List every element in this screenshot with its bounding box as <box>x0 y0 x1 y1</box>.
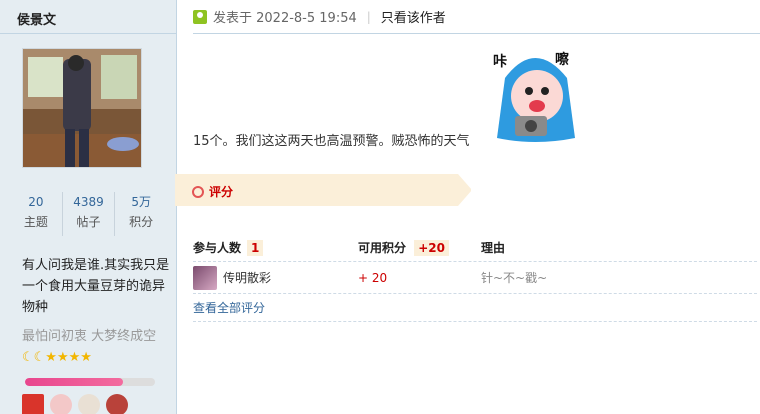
stat-credits[interactable]: 5万 积分 <box>115 192 167 236</box>
stat-credits-value: 5万 <box>131 195 151 209</box>
rater-name[interactable]: 传明散彩 <box>223 269 271 286</box>
points-label: 可用积分 <box>358 241 407 255</box>
author-signature: 有人问我是谁.其实我只是一个食用大量豆芽的诡异物种 <box>22 258 170 315</box>
rater-reason: 针~不~戳~ <box>481 271 548 285</box>
reason-header: 理由 <box>481 241 506 255</box>
post-header: 发表于 2022-8-5 19:54 | 只看该作者 <box>193 0 760 34</box>
sticker-image: 咔 嚓 <box>485 38 585 144</box>
participants-header: 参与人数 1 <box>193 239 358 256</box>
rating-table: 参与人数 1 可用积分 +20 理由 传明散彩 + 20 针~不~戳~ 查看全部… <box>193 234 757 322</box>
author-sidebar: 侯景文 20 主题 4389 帖子 5万 积分 有人问我是谁.其实我只是一个食用… <box>0 0 177 414</box>
svg-text:咔: 咔 <box>493 54 507 70</box>
medal-hat-icon[interactable] <box>106 394 128 414</box>
medal-red-icon[interactable] <box>22 394 44 414</box>
stat-threads-value: 20 <box>28 195 44 209</box>
avatar-photo <box>23 49 141 167</box>
level-progress-fill <box>25 378 123 386</box>
only-author-link[interactable]: 只看该作者 <box>381 7 446 26</box>
stat-credits-label: 积分 <box>129 215 154 229</box>
author-stats: 20 主题 4389 帖子 5万 积分 <box>10 192 167 236</box>
participants-label: 参与人数 <box>193 241 242 255</box>
stat-threads[interactable]: 20 主题 <box>10 192 63 236</box>
points-header: 可用积分 +20 <box>358 239 481 256</box>
rating-ring-icon <box>192 185 204 198</box>
post-content: 15个。我们这这两天也高温预警。贼恐怖的天气 <box>193 134 470 149</box>
stat-posts-value: 4389 <box>73 195 104 209</box>
participants-count: 1 <box>247 239 264 256</box>
level-progress-bar <box>25 378 155 386</box>
stat-posts-label: 帖子 <box>76 215 101 229</box>
rating-tab: 评分 <box>175 174 472 206</box>
author-name[interactable]: 侯景文 <box>0 0 176 34</box>
rating-table-header: 参与人数 1 可用积分 +20 理由 <box>193 234 757 262</box>
stat-threads-label: 主题 <box>23 215 48 229</box>
medal-list <box>22 394 128 414</box>
stat-posts[interactable]: 4389 帖子 <box>63 192 116 236</box>
online-status-icon <box>193 9 207 24</box>
points-total: +20 <box>414 240 449 256</box>
view-all-ratings-link[interactable]: 查看全部评分 <box>193 294 757 322</box>
svg-text:嚓: 嚓 <box>555 51 569 68</box>
rater-avatar[interactable] <box>193 265 217 290</box>
author-custom-title: 最怕问初衷 大梦终成空 <box>22 329 157 344</box>
sticker-art: 咔 嚓 <box>493 51 575 142</box>
rater-points: + 20 <box>358 270 388 285</box>
post-timestamp: 发表于 2022-8-5 19:54 <box>213 11 357 26</box>
medal-beige-icon[interactable] <box>78 394 100 414</box>
level-star-icon: ☾☾★★★★ <box>22 350 92 365</box>
header-separator: | <box>366 9 371 24</box>
medal-pink-icon[interactable] <box>50 394 72 414</box>
rating-row: 传明散彩 + 20 针~不~戳~ <box>193 262 757 294</box>
author-avatar[interactable] <box>22 48 142 168</box>
rating-tab-label: 评分 <box>209 185 234 199</box>
